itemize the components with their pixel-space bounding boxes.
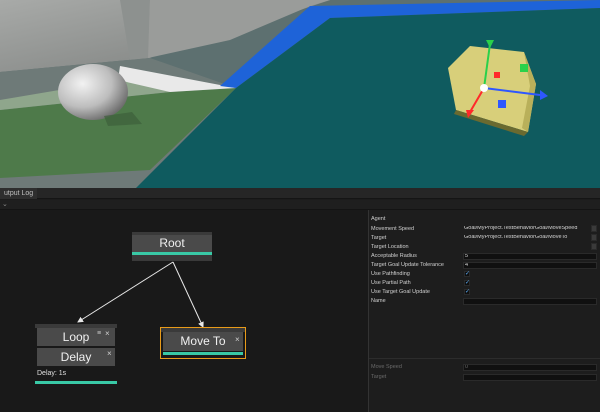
movement-speed-button[interactable] [591, 225, 597, 232]
prop-target-location-label: Target Location [371, 244, 409, 250]
prop-agent-label: Agent [371, 216, 386, 222]
properties-panel: Agent Movement Speed Goal/MyProject.Test… [368, 210, 600, 412]
node-delay-info: Delay: 1s [37, 370, 67, 377]
goal-target-label: Target [371, 374, 387, 380]
use-partial-path-checkbox[interactable]: ✓ [464, 280, 470, 286]
goal-target-value[interactable] [463, 374, 597, 381]
use-goal-update-checkbox[interactable]: ✓ [464, 289, 470, 295]
prop-name-label: Name [371, 298, 386, 304]
goal-move-speed-value[interactable]: 0 [463, 364, 597, 371]
node-root[interactable]: Root [132, 232, 212, 262]
node-loop-delay[interactable]: Loop ≡ × Delay × Delay: 1s [35, 324, 117, 390]
node-moveto-accent [163, 352, 243, 355]
goal-move-speed-label: Move Speed [371, 364, 402, 370]
prop-goal-tolerance-value[interactable]: 4 [463, 262, 597, 269]
node-delay-title: Delay [37, 348, 115, 366]
prop-target-value[interactable]: Goal/MyProject.TestBehaviorGoal/MoveTo [463, 235, 589, 242]
edge-root-loop [77, 261, 174, 323]
target-location-button[interactable] [591, 243, 597, 250]
prop-goal-tolerance-label: Target Goal Update Tolerance [371, 262, 444, 268]
prop-use-partial-path-label: Use Partial Path [371, 280, 411, 286]
prop-acceptable-radius-value[interactable]: 5 [463, 253, 597, 260]
node-move-to[interactable]: Move To × [160, 327, 246, 359]
editor-panel: utput Log ⌄ Root Loop ≡ × Delay × Delay:… [0, 188, 600, 412]
prop-name-input[interactable] [463, 298, 597, 305]
behavior-graph[interactable]: Root Loop ≡ × Delay × Delay: 1s Move To … [0, 210, 368, 412]
scene-render [0, 0, 600, 188]
chevron-down-icon[interactable]: ⌄ [2, 200, 8, 210]
remove-delay-button[interactable]: × [107, 350, 112, 358]
tab-bar: utput Log [0, 188, 600, 199]
use-pathfinding-checkbox[interactable]: ✓ [464, 271, 470, 277]
prop-movement-speed-label: Movement Speed [371, 226, 415, 232]
remove-loop-button[interactable]: × [105, 330, 110, 338]
menu-icon[interactable]: ≡ [97, 330, 101, 338]
prop-movement-speed-value[interactable]: Goal/MyProject.TestBehaviorGoal/MoveSpee… [463, 226, 589, 233]
divider [369, 358, 600, 359]
node-root-title: Root [132, 235, 212, 252]
node-root-bottom-pin [132, 255, 212, 261]
node-moveto-title: Move To [163, 332, 243, 351]
prop-acceptable-radius-label: Acceptable Radius [371, 253, 417, 259]
target-button[interactable] [591, 234, 597, 241]
tab-output-log[interactable]: utput Log [0, 188, 38, 199]
prop-use-goal-update-label: Use Target Goal Update [371, 289, 430, 295]
remove-moveto-button[interactable]: × [235, 336, 240, 344]
prop-use-pathfinding-label: Use Pathfinding [371, 271, 410, 277]
edge-root-moveto [172, 261, 204, 328]
toolbar: ⌄ [0, 200, 600, 210]
node-loop-accent [35, 381, 117, 384]
prop-target-label: Target [371, 235, 387, 241]
node-loop-title: Loop [37, 328, 115, 346]
scene-viewport[interactable] [0, 0, 600, 188]
